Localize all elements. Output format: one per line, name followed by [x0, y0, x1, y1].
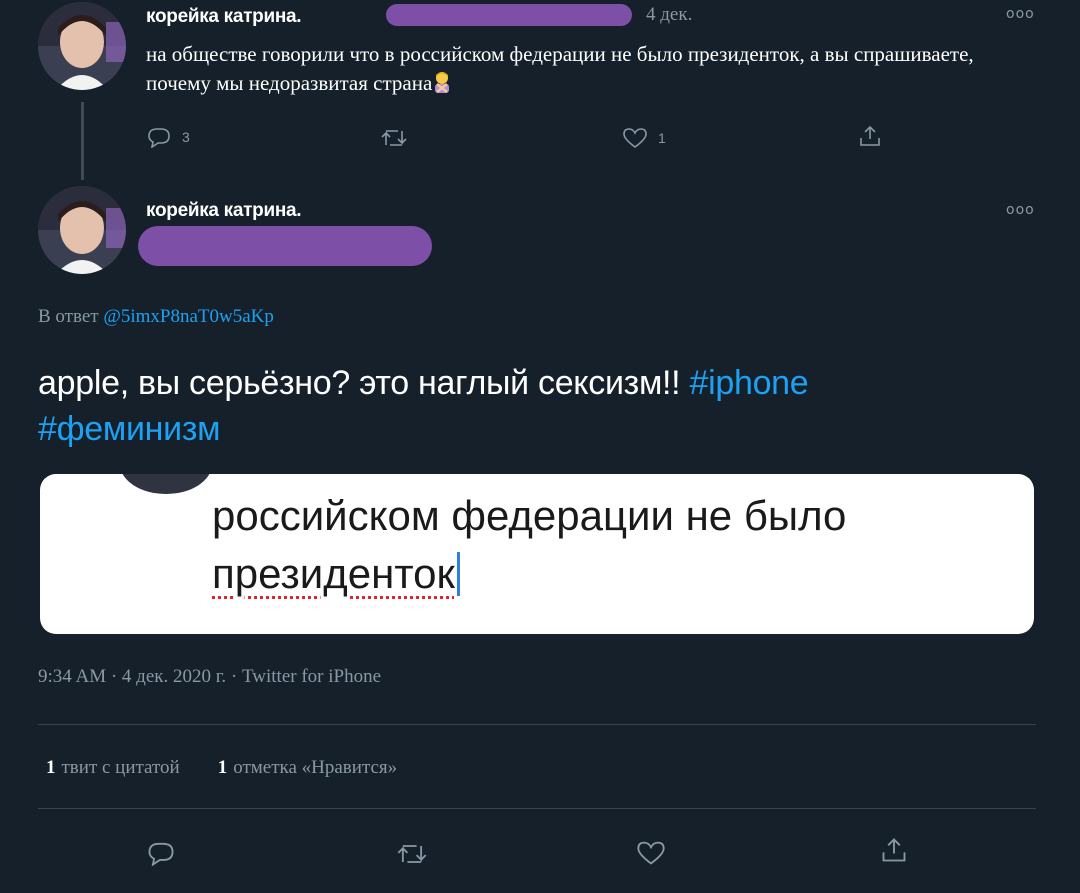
more-icon[interactable]: ooo [1006, 202, 1035, 218]
share-button[interactable] [880, 836, 908, 864]
tweet-text: на обществе говорили что в российском фе… [146, 40, 986, 98]
hashtag-link[interactable]: #феминизм [38, 410, 221, 448]
reply-to-line: В ответ @5imxP8naT0w5aKp [38, 306, 274, 328]
divider [38, 808, 1036, 809]
hashtag-link[interactable]: #iphone [689, 364, 808, 402]
reply-icon [148, 842, 174, 866]
like-stat-count: 1 [217, 757, 228, 778]
like-stat[interactable]: 1 отметка «Нравится» [218, 757, 397, 778]
quote-stat[interactable]: 1 твит с цитатой [46, 757, 180, 778]
more-icon[interactable]: ooo [1006, 6, 1035, 22]
share-icon [882, 838, 906, 862]
reply-count: 3 [182, 129, 190, 145]
like-button[interactable]: 1 [622, 127, 666, 149]
tweet-time[interactable]: 4 дек. [646, 4, 692, 26]
divider [38, 724, 1036, 725]
retweet-button[interactable] [396, 842, 428, 866]
heart-icon [637, 841, 665, 865]
embedded-text-line: российском федерации не было [212, 492, 847, 539]
share-icon [860, 125, 880, 146]
retweet-icon [397, 845, 427, 863]
main-tweet-text-content: apple, вы серьёзно? это наглый сексизм!! [38, 364, 681, 402]
redacted-handle [386, 4, 632, 26]
embedded-text-line: президенток [212, 550, 460, 598]
quote-label: твит с цитатой [61, 757, 180, 778]
thread-line [81, 102, 84, 180]
tweet-text-content: на обществе говорили что в российском фе… [146, 42, 974, 95]
heart-icon [623, 128, 647, 148]
redacted-handle [138, 226, 432, 266]
attached-image[interactable]: российском федерации не было президенток [40, 474, 1034, 634]
reply-to-handle[interactable]: @5imxP8naT0w5aKp [103, 306, 274, 327]
avatar[interactable] [38, 186, 126, 274]
text-caret [456, 552, 460, 596]
like-stat-label: отметка «Нравится» [233, 757, 398, 778]
quote-count: 1 [46, 757, 56, 778]
share-button[interactable] [858, 124, 882, 148]
like-button[interactable] [636, 840, 666, 866]
retweet-button[interactable] [380, 128, 408, 148]
tweet-meta: 9:34 AM · 4 дек. 2020 г. · Twitter for i… [38, 666, 382, 687]
woman-gesturing-no-emoji [435, 72, 450, 93]
display-name[interactable]: корейка катрина. [146, 200, 302, 222]
tweet-stats: 1 твит с цитатой 1 отметка «Нравится» [46, 757, 397, 779]
display-name[interactable]: корейка катрина. [146, 6, 302, 28]
avatar[interactable] [38, 2, 126, 90]
reply-button[interactable]: 3 [146, 126, 190, 148]
reply-button[interactable] [146, 840, 176, 866]
reply-icon [148, 128, 170, 148]
like-count: 1 [658, 130, 666, 146]
embedded-avatar [120, 474, 212, 494]
main-tweet-text: apple, вы серьёзно? это наглый сексизм!!… [38, 360, 1038, 452]
retweet-icon [381, 130, 407, 146]
embedded-text-misspelled: президенток [212, 550, 455, 597]
reply-to-prefix: В ответ [38, 306, 99, 327]
